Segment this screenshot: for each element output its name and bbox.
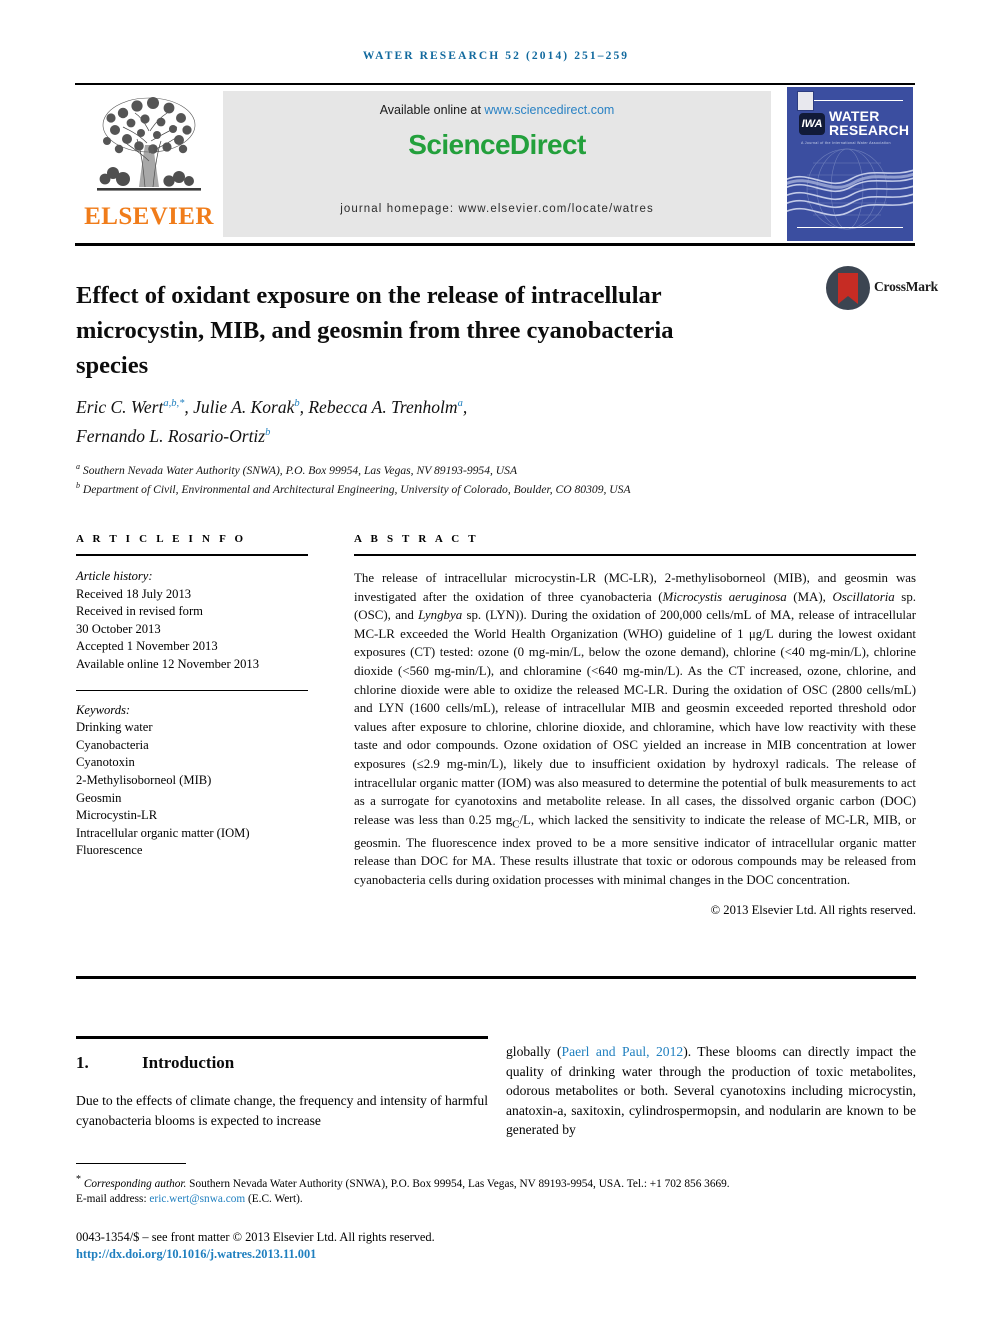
sciencedirect-logo[interactable]: ScienceDirect [223, 129, 771, 161]
doi-link[interactable]: http://dx.doi.org/10.1016/j.watres.2013.… [76, 1247, 916, 1262]
section-rule [76, 1036, 488, 1039]
abstract-bottom-rule [76, 976, 916, 979]
article-info-column: A R T I C L E I N F O Article history: R… [76, 533, 308, 860]
keyword-item: Geosmin [76, 790, 122, 805]
species-microcystis: Microcystis aeruginosa [662, 589, 787, 604]
author-line-1: Eric C. Werta,b,*, Julie A. Korakb, Rebe… [76, 396, 468, 417]
email-suffix: (E.C. Wert). [245, 1192, 303, 1205]
affiliation-b: b Department of Civil, Environmental and… [76, 478, 906, 497]
abstract-text: The release of intracellular microcystin… [354, 569, 916, 890]
page-title: Effect of oxidant exposure on the releas… [76, 282, 674, 380]
email-note: E-mail address: eric.wert@snwa.com (E.C.… [76, 1192, 916, 1207]
elsevier-wordmark: ELSEVIER [84, 203, 214, 230]
keywords-divider [76, 689, 308, 691]
author-line-2: Fernando L. Rosario-Ortizb [76, 425, 271, 446]
keyword-item: Cyanotoxin [76, 755, 135, 770]
email-label: E-mail address: [76, 1192, 150, 1205]
keyword-item: Intracellular organic matter (IOM) [76, 825, 250, 840]
affiliation-list: a Southern Nevada Water Authority (SNWA)… [76, 459, 906, 498]
history-item: Received 18 July 2013 [76, 586, 192, 601]
keyword-item: 2-Methylisoborneol (MIB) [76, 772, 212, 787]
history-item: Received in revised form [76, 604, 203, 619]
keyword-item: Fluorescence [76, 843, 143, 858]
intro-paragraph-right: globally (Paerl and Paul, 2012). These b… [506, 1042, 916, 1140]
keyword-item: Cyanobacteria [76, 737, 149, 752]
author-list: Eric C. Werta,b,*, Julie A. Korakb, Rebe… [76, 391, 736, 449]
footnote-block: * Corresponding author. Southern Nevada … [76, 1172, 916, 1207]
section-title-text: Introduction [142, 1053, 235, 1072]
affiliation-b-text: Department of Civil, Environmental and A… [82, 483, 631, 497]
journal-homepage-link[interactable]: journal homepage: www.elsevier.com/locat… [223, 203, 771, 215]
corresponding-author-label: Corresponding author. [83, 1177, 187, 1190]
corresponding-author-address: Southern Nevada Water Authority (SNWA), … [186, 1177, 730, 1190]
intro-paragraph-left: Due to the effects of climate change, th… [76, 1093, 488, 1128]
body-column-right: globally (Paerl and Paul, 2012). These b… [506, 1042, 916, 1140]
cover-stamp-icon [797, 91, 814, 111]
keyword-item: Drinking water [76, 720, 153, 735]
article-info-rule [76, 554, 308, 556]
citation-link-paerl-paul[interactable]: Paerl and Paul, 2012 [562, 1044, 684, 1059]
elsevier-tree-icon [97, 97, 201, 191]
affiliation-a-text: Southern Nevada Water Authority (SNWA), … [82, 463, 518, 477]
author-affil-marker: b [265, 426, 271, 438]
cover-title: WATER RESEARCH [829, 109, 911, 137]
affiliation-a: a Southern Nevada Water Authority (SNWA)… [76, 459, 906, 478]
affil-marker-b: b [76, 481, 80, 491]
article-history: Article history: Received 18 July 2013 R… [76, 568, 308, 674]
sciencedirect-band: Available online at www.sciencedirect.co… [223, 91, 771, 237]
abstract-copyright: © 2013 Elsevier Ltd. All rights reserved… [710, 902, 916, 917]
iwa-logo-icon: IWA [799, 113, 825, 135]
affil-marker-a: a [76, 462, 80, 471]
history-item: Accepted 1 November 2013 [76, 639, 218, 654]
history-item: 30 October 2013 [76, 621, 161, 636]
author-affil-marker: a [457, 398, 463, 409]
footnote-rule [76, 1163, 186, 1164]
sciencedirect-url-link[interactable]: www.sciencedirect.com [484, 103, 614, 117]
elsevier-logo-block: ELSEVIER [75, 85, 223, 243]
cover-bottom-rule [797, 227, 903, 228]
crossmark-badge[interactable]: CrossMark [826, 262, 938, 316]
keyword-list: Keywords: Drinking water Cyanobacteria C… [76, 702, 308, 860]
species-lyngbya: Lyngbya [418, 608, 463, 623]
front-matter-line: 0043-1354/$ – see front matter © 2013 El… [76, 1230, 435, 1244]
abstract-column: A B S T R A C T The release of intracell… [354, 533, 916, 918]
crossmark-label: CrossMark [874, 279, 938, 294]
cover-wave-graphic [787, 148, 913, 230]
author-affil-marker: a,b,* [163, 398, 185, 409]
corresponding-author-note: * Corresponding author. Southern Nevada … [76, 1172, 916, 1192]
corresponding-author-marker: * [76, 1174, 81, 1185]
intro-right-pre: globally ( [506, 1044, 562, 1059]
keyword-item: Microcystin-LR [76, 808, 158, 823]
abstract-part-4: sp. (LYN)). During the oxidation of 200,… [354, 608, 916, 827]
available-online-line: Available online at www.sciencedirect.co… [223, 103, 771, 117]
section-heading-introduction: 1. Introduction [76, 1053, 488, 1073]
cover-title-line2: RESEARCH [829, 122, 910, 138]
species-oscillatoria: Oscillatoria [832, 589, 895, 604]
abstract-heading: A B S T R A C T [354, 533, 479, 545]
author-affil-marker: b [294, 398, 300, 409]
available-online-text: Available online at [379, 103, 485, 117]
article-history-label: Article history: [76, 569, 153, 583]
journal-cover-thumbnail: IWA WATER RESEARCH A Journal of the Inte… [787, 87, 913, 241]
running-head: WATER RESEARCH 52 (2014) 251–259 [362, 50, 630, 62]
body-column-left: 1. Introduction Due to the effects of cli… [76, 1036, 488, 1130]
abstract-part-2: (MA), [786, 589, 833, 604]
cover-title-line1: WATER [829, 108, 880, 124]
journal-article-page: WATER RESEARCH 52 (2014) 251–259 ELSEVIE… [0, 0, 992, 1323]
abstract-rule [354, 554, 916, 556]
journal-masthead: ELSEVIER Available online at www.science… [75, 83, 915, 246]
history-item: Available online 12 November 2013 [76, 656, 260, 671]
keywords-label: Keywords: [76, 702, 131, 717]
section-number: 1. [76, 1053, 89, 1072]
article-info-heading: A R T I C L E I N F O [76, 533, 247, 545]
email-link[interactable]: eric.wert@snwa.com [149, 1193, 245, 1205]
